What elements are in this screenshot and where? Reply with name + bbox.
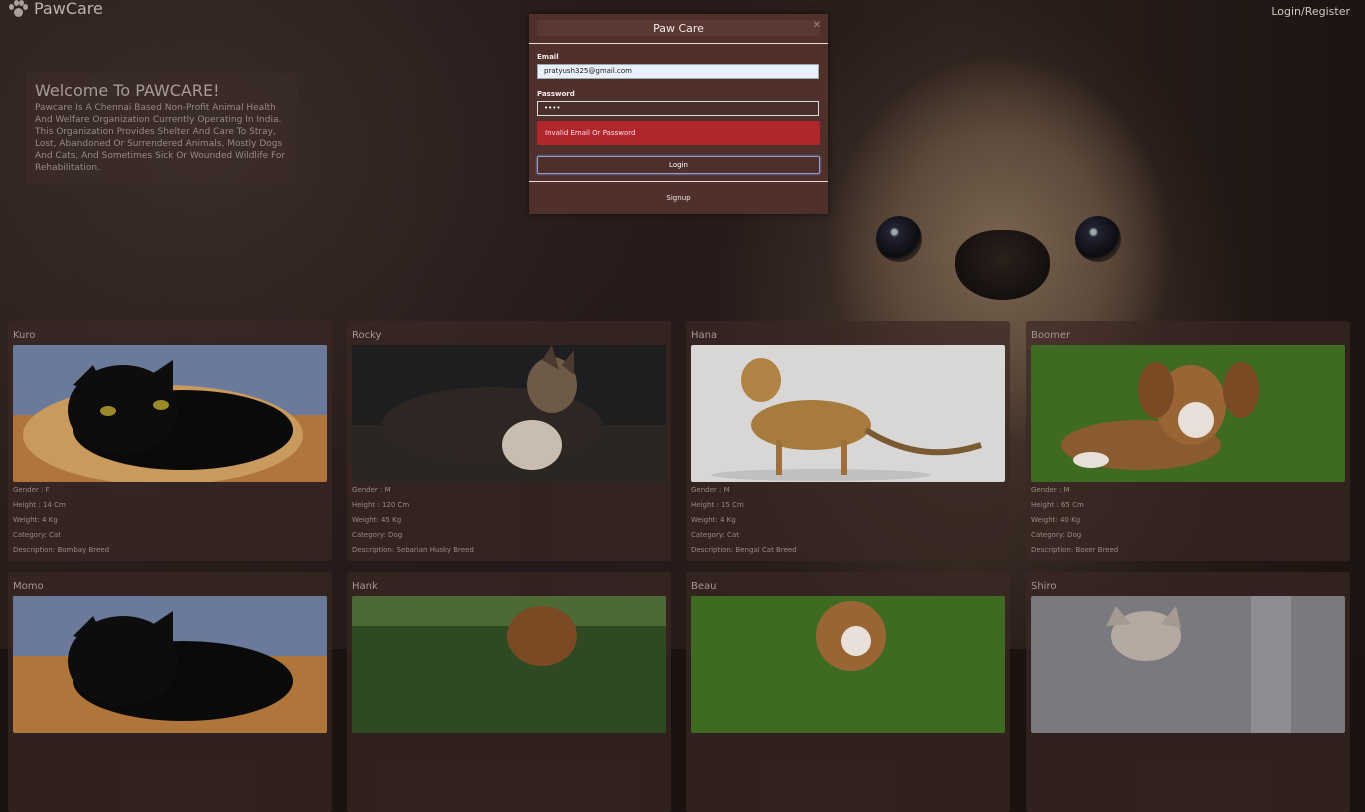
pet-height: Height : 65 Cm — [1031, 501, 1084, 509]
pet-name: Momo — [13, 581, 44, 592]
pet-photo — [352, 345, 666, 482]
pet-description: Description: Bengal Cat Breed — [691, 546, 797, 554]
error-alert: Invalid Email Or Password — [537, 121, 820, 145]
pet-description: Description: Bombay Breed — [13, 546, 110, 554]
pet-weight: Weight: 45 Kg — [352, 516, 402, 524]
pet-name: Kuro — [13, 330, 36, 341]
pet-photo — [691, 596, 1005, 733]
pet-info: Gender : F Height : 14 Cm Weight: 4 Kg C… — [13, 483, 109, 558]
password-label: Password — [537, 90, 575, 98]
pet-info: Gender : M Height : 15 Cm Weight: 4 Kg C… — [691, 483, 797, 558]
pet-gender: Gender : M — [1031, 486, 1070, 494]
pet-gender: Gender : M — [352, 486, 391, 494]
pet-card[interactable]: Rocky Gender : M Height : 120 Cm Weight:… — [347, 321, 671, 561]
pet-gender: Gender : F — [13, 486, 50, 494]
pet-name: Boomer — [1031, 330, 1071, 341]
signup-button[interactable]: Signup — [529, 194, 828, 202]
paw-icon — [8, 0, 28, 18]
pet-name: Shiro — [1031, 581, 1057, 592]
pet-info: Gender : M Height : 65 Cm Weight: 40 Kg … — [1031, 483, 1118, 558]
password-field[interactable]: •••• — [537, 101, 819, 116]
email-label: Email — [537, 53, 559, 61]
pet-name: Rocky — [352, 330, 382, 341]
divider — [529, 181, 828, 182]
pet-info: Gender : M Height : 120 Cm Weight: 45 Kg… — [352, 483, 474, 558]
pet-photo — [1031, 596, 1345, 733]
pet-category: Category: Dog — [1031, 531, 1082, 539]
pet-category: Category: Cat — [691, 531, 739, 539]
pug-eye-left — [876, 216, 922, 262]
pet-height: Height : 120 Cm — [352, 501, 410, 509]
pet-weight: Weight: 4 Kg — [13, 516, 58, 524]
pet-height: Height : 14 Cm — [13, 501, 66, 509]
pet-photo — [13, 345, 327, 482]
pug-nose — [955, 230, 1050, 300]
pet-name: Hank — [352, 581, 378, 592]
login-button[interactable]: Login — [537, 156, 820, 174]
pet-gender: Gender : M — [691, 486, 730, 494]
pet-weight: Weight: 4 Kg — [691, 516, 736, 524]
pet-description: Description: Boxer Breed — [1031, 546, 1119, 554]
pug-eye-right — [1075, 216, 1121, 262]
welcome-text: Pawcare Is A Chennai Based Non-Profit An… — [35, 103, 286, 173]
pet-card[interactable]: Kuro Gender : F Height : 14 Cm Weight: 4… — [8, 321, 332, 561]
pet-card[interactable]: Shiro — [1026, 572, 1350, 812]
welcome-title: Welcome To PAWCARE! — [35, 81, 220, 100]
pet-card[interactable]: Hana Gender : M Height : 15 Cm Weight: 4… — [686, 321, 1010, 561]
pet-weight: Weight: 40 Kg — [1031, 516, 1081, 524]
pet-photo — [13, 596, 327, 733]
brand-name: PawCare — [34, 0, 103, 18]
pet-card[interactable]: Hank — [347, 572, 671, 812]
pet-card[interactable]: Momo — [8, 572, 332, 812]
pet-card[interactable]: Beau — [686, 572, 1010, 812]
brand-logo[interactable]: PawCare — [8, 0, 103, 18]
pet-name: Hana — [691, 330, 718, 341]
pet-photo — [352, 596, 666, 733]
pet-description: Description: Sebarian Husky Breed — [352, 546, 474, 554]
pet-photo — [1031, 345, 1345, 482]
close-icon[interactable]: ✕ — [813, 20, 821, 31]
email-field[interactable]: pratyush325@gmail.com — [537, 64, 819, 79]
pet-category: Category: Cat — [13, 531, 61, 539]
welcome-panel: Welcome To PAWCARE! Pawcare Is A Chennai… — [26, 73, 297, 185]
login-register-link[interactable]: Login/Register — [1271, 5, 1350, 18]
pet-height: Height : 15 Cm — [691, 501, 744, 509]
divider — [529, 43, 828, 44]
pet-name: Beau — [691, 581, 717, 592]
modal-title: Paw Care — [653, 22, 704, 35]
pet-category: Category: Dog — [352, 531, 403, 539]
pet-photo — [691, 345, 1005, 482]
login-modal: Paw Care ✕ Email pratyush325@gmail.com P… — [529, 14, 828, 214]
pet-card[interactable]: Boomer Gender : M Height : 65 Cm Weight:… — [1026, 321, 1350, 561]
